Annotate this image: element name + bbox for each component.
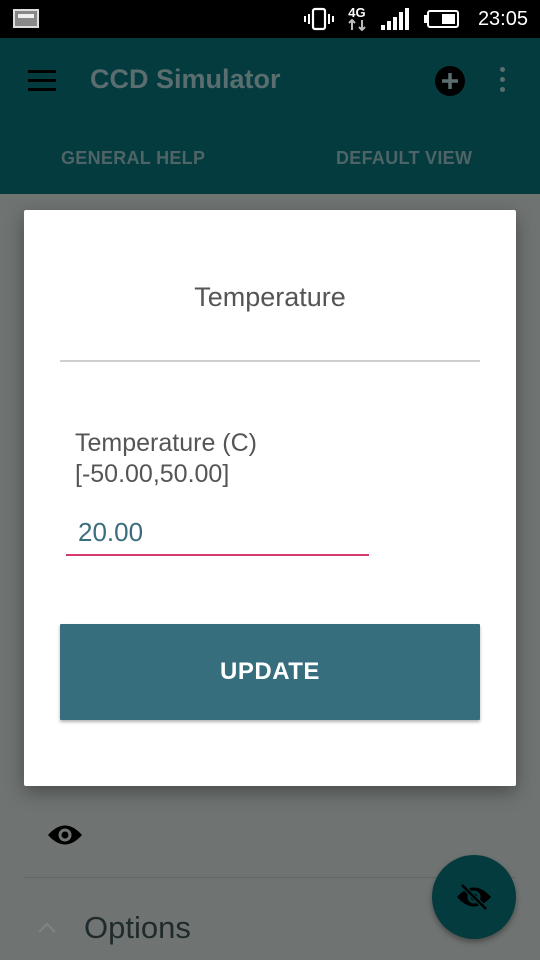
field-label-range: [-50.00,50.00] [75,460,230,488]
tab-default-view[interactable]: DEFAULT VIEW [336,138,472,178]
app-bar: CCD Simulator GENERAL HELP DEFAULT VIEW [0,38,540,194]
more-options-icon[interactable] [498,67,508,97]
vibrate-icon [303,7,334,31]
dialog-divider [60,360,480,362]
chevron-up-icon[interactable] [38,922,56,934]
temperature-input[interactable] [66,510,369,556]
options-section-label[interactable]: Options [84,910,191,946]
app-title: CCD Simulator [90,64,281,94]
status-bar: 4G 23:05 [0,0,540,38]
tab-general-help[interactable]: GENERAL HELP [61,138,205,178]
network-type-icon: 4G [348,5,366,31]
screenshot-notification-icon [13,9,39,28]
eye-off-icon [457,883,491,911]
dialog-title: Temperature [194,282,346,312]
eye-icon[interactable] [47,822,83,848]
status-icons: 4G 23:05 [303,0,528,38]
update-button[interactable]: UPDATE [60,624,480,720]
field-label-name: Temperature (C) [75,429,257,457]
temperature-dialog: Temperature Temperature (C) [-50.00,50.0… [24,210,516,786]
hide-view-fab[interactable] [432,855,516,939]
status-time: 23:05 [477,7,528,30]
signal-icon [380,8,409,30]
temperature-field-label: Temperature (C) [-50.00,50.00] [75,428,475,490]
menu-icon[interactable] [28,70,56,94]
add-icon[interactable] [434,65,466,97]
battery-icon [423,10,459,28]
network-type-label: 4G [348,5,366,20]
